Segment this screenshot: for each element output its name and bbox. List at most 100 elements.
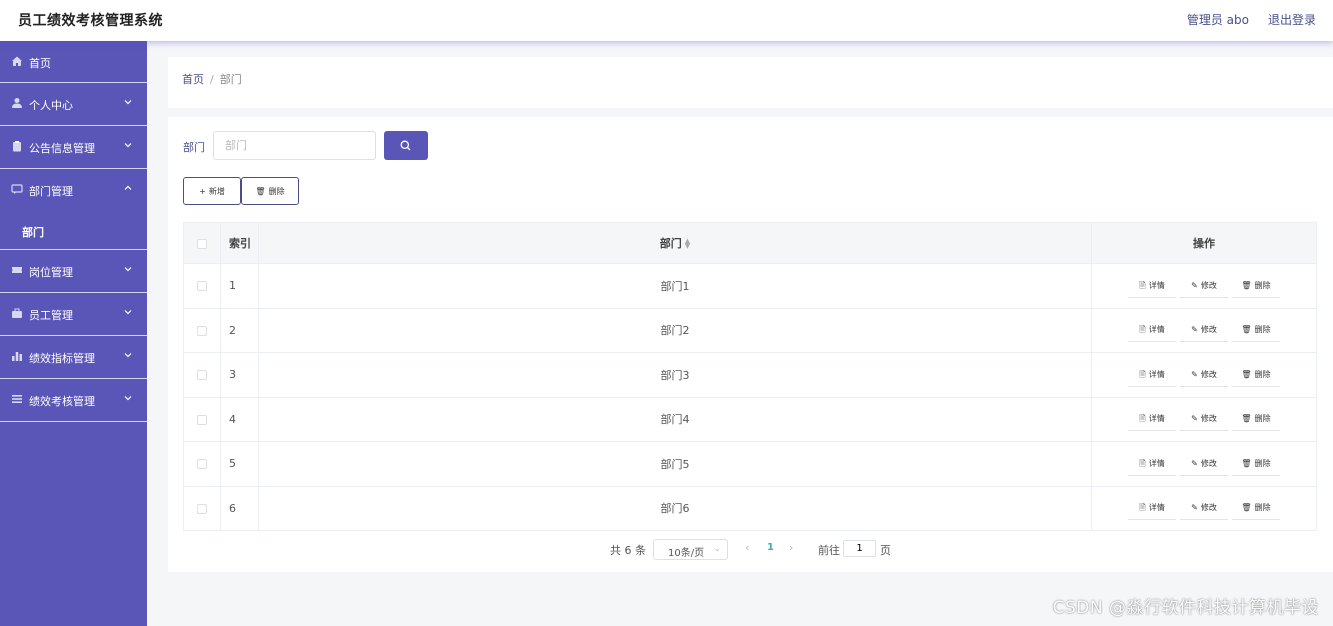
pencil-icon: ✎ <box>1191 280 1198 290</box>
sidebar-item-label: 首页 <box>29 57 51 70</box>
detail-button[interactable]: 🗎 详情 <box>1128 496 1176 521</box>
sidebar-subitem-department[interactable]: 部门 <box>0 212 147 250</box>
row-checkbox[interactable] <box>197 503 207 514</box>
breadcrumb-separator: / <box>210 73 214 86</box>
main-content: 部门 +新增 🗑删除 索引 部门▲▼ 操作 1部门1🗎详情✎修改🗑删除2部门2🗎… <box>168 117 1333 572</box>
add-button-label: 新增 <box>208 186 225 196</box>
delete-button-label: 删除 <box>1254 414 1271 424</box>
next-page-button[interactable]: › <box>789 541 793 554</box>
breadcrumb-current: 部门 <box>219 73 242 86</box>
sidebar-item-employee-management[interactable]: 员工管理 <box>0 293 147 336</box>
select-all-checkbox[interactable] <box>197 238 207 249</box>
batch-delete-button[interactable]: 🗑 删除 <box>241 177 299 205</box>
sidebar-item-personal-center[interactable]: 个人中心 <box>0 83 147 126</box>
sidebar-item-label: 岗位管理 <box>29 266 73 279</box>
column-header-department[interactable]: 部门 ▲ ▼ <box>258 222 1092 264</box>
table-row: 2 部门2 🗎 详情 ✎ 修改 🗑 删除 <box>183 307 1317 353</box>
sidebar-item-home[interactable]: 首页 <box>0 41 147 83</box>
top-header: 员工绩效考核管理系统 管理员 abo 退出登录 <box>0 0 1333 41</box>
row-index: 2 <box>220 307 259 353</box>
goto-label: 前往 <box>818 544 840 557</box>
sort-icon[interactable]: ▲ ▼ <box>685 238 690 250</box>
detail-button[interactable]: 🗎 详情 <box>1128 407 1176 432</box>
breadcrumb-home-link[interactable]: 首页 <box>182 73 204 86</box>
sidebar-subitem-label: 部门 <box>22 226 44 239</box>
breadcrumb: 首页 / 部门 <box>182 71 242 87</box>
row-checkbox[interactable] <box>197 325 207 336</box>
delete-button[interactable]: 🗑 删除 <box>1232 362 1280 387</box>
delete-button-label: 删除 <box>1254 325 1271 335</box>
prev-page-button[interactable]: ‹ <box>745 541 749 554</box>
page-size-select[interactable]: 10条/页 ⌄ <box>653 539 728 560</box>
search-input[interactable] <box>213 131 376 160</box>
document-icon: 🗎 <box>1139 458 1146 468</box>
list-icon <box>12 395 22 403</box>
logout-link[interactable]: 退出登录 <box>1268 11 1316 28</box>
edit-button[interactable]: ✎ 修改 <box>1180 451 1228 476</box>
page-number-current[interactable]: 1 <box>767 542 774 553</box>
delete-button[interactable]: 🗑 删除 <box>1232 318 1280 343</box>
table-row: 6 部门6 🗎 详情 ✎ 修改 🗑 删除 <box>183 485 1317 531</box>
watermark: CSDN @淼行软件科技计算机毕设 <box>1052 598 1319 618</box>
edit-button-label: 修改 <box>1200 325 1217 335</box>
trash-icon: 🗑 <box>1241 414 1252 424</box>
sidebar-item-department-management[interactable]: 部门管理 <box>0 169 147 212</box>
table-body: 1 部门1 🗎 详情 ✎ 修改 🗑 删除 2 部门2 🗎 详情 ✎ 修改 🗑 删除 3 部门3 🗎 详情 ✎ 修改 🗑 删除 4… <box>183 263 1317 531</box>
row-checkbox[interactable] <box>197 459 207 470</box>
row-checkbox[interactable] <box>197 281 207 292</box>
row-checkbox[interactable] <box>197 370 207 381</box>
row-checkbox[interactable] <box>197 414 207 425</box>
chevron-down-icon <box>124 353 132 358</box>
edit-button[interactable]: ✎ 修改 <box>1180 318 1228 343</box>
row-department: 部门6 <box>258 485 1092 531</box>
edit-button[interactable]: ✎ 修改 <box>1180 496 1228 521</box>
edit-button[interactable]: ✎ 修改 <box>1180 273 1228 298</box>
delete-button[interactable]: 🗑 删除 <box>1232 451 1280 476</box>
trash-icon: 🗑 <box>1241 325 1252 335</box>
search-button[interactable] <box>384 131 428 160</box>
detail-button[interactable]: 🗎 详情 <box>1128 362 1176 387</box>
breadcrumb-panel: 首页 / 部门 <box>168 57 1333 108</box>
detail-button-label: 详情 <box>1148 369 1165 379</box>
sidebar-item-label: 个人中心 <box>29 99 73 112</box>
row-department: 部门1 <box>258 263 1092 309</box>
department-table: 索引 部门 ▲ ▼ 操作 1 部门1 🗎 详情 ✎ 修改 🗑 删除 2 部门2 🗎 详情 ✎ 修改 🗑 删除 3 部门… <box>183 222 1317 531</box>
pencil-icon: ✎ <box>1191 325 1198 335</box>
edit-button-label: 修改 <box>1200 458 1217 468</box>
edit-button-label: 修改 <box>1200 414 1217 424</box>
delete-button[interactable]: 🗑 删除 <box>1232 273 1280 298</box>
chat-icon <box>11 184 23 194</box>
detail-button-label: 详情 <box>1148 280 1165 290</box>
pagination-total: 共 6 条 <box>610 544 646 557</box>
pencil-icon: ✎ <box>1191 503 1198 513</box>
row-select-cell <box>183 352 221 398</box>
detail-button[interactable]: 🗎 详情 <box>1128 273 1176 298</box>
trash-icon: 🗑 <box>255 186 266 196</box>
sidebar: 首页 个人中心 公告信息管理 部门管理 部门 岗位管理 员工管理 绩效指标管理 … <box>0 41 147 626</box>
row-index: 6 <box>220 485 259 531</box>
edit-button[interactable]: ✎ 修改 <box>1180 407 1228 432</box>
detail-button[interactable]: 🗎 详情 <box>1128 318 1176 343</box>
sidebar-item-kpi-management[interactable]: 绩效指标管理 <box>0 336 147 379</box>
sidebar-item-appraisal-management[interactable]: 绩效考核管理 <box>0 379 147 422</box>
sidebar-item-label: 员工管理 <box>29 309 73 322</box>
delete-button[interactable]: 🗑 删除 <box>1232 407 1280 432</box>
select-all-cell <box>183 222 221 264</box>
sidebar-item-notice-management[interactable]: 公告信息管理 <box>0 126 147 169</box>
row-select-cell <box>183 307 221 353</box>
chevron-down-icon: ⌄ <box>713 544 721 554</box>
goto-page-input[interactable] <box>843 540 876 557</box>
table-row: 5 部门5 🗎 详情 ✎ 修改 🗑 删除 <box>183 441 1317 487</box>
row-index: 4 <box>220 396 259 442</box>
pagination: 共 6 条 10条/页 ⌄ ‹ 1 › 前往 页 <box>168 539 1333 561</box>
detail-button[interactable]: 🗎 详情 <box>1128 451 1176 476</box>
row-department: 部门4 <box>258 396 1092 442</box>
app-title: 员工绩效考核管理系统 <box>18 13 163 29</box>
edit-button[interactable]: ✎ 修改 <box>1180 362 1228 387</box>
column-header-actions: 操作 <box>1091 222 1317 264</box>
delete-button[interactable]: 🗑 删除 <box>1232 496 1280 521</box>
sidebar-item-position-management[interactable]: 岗位管理 <box>0 250 147 293</box>
row-actions: 🗎 详情 ✎ 修改 🗑 删除 <box>1091 307 1317 353</box>
add-button[interactable]: + 新增 <box>183 177 241 205</box>
row-index: 5 <box>220 441 259 487</box>
